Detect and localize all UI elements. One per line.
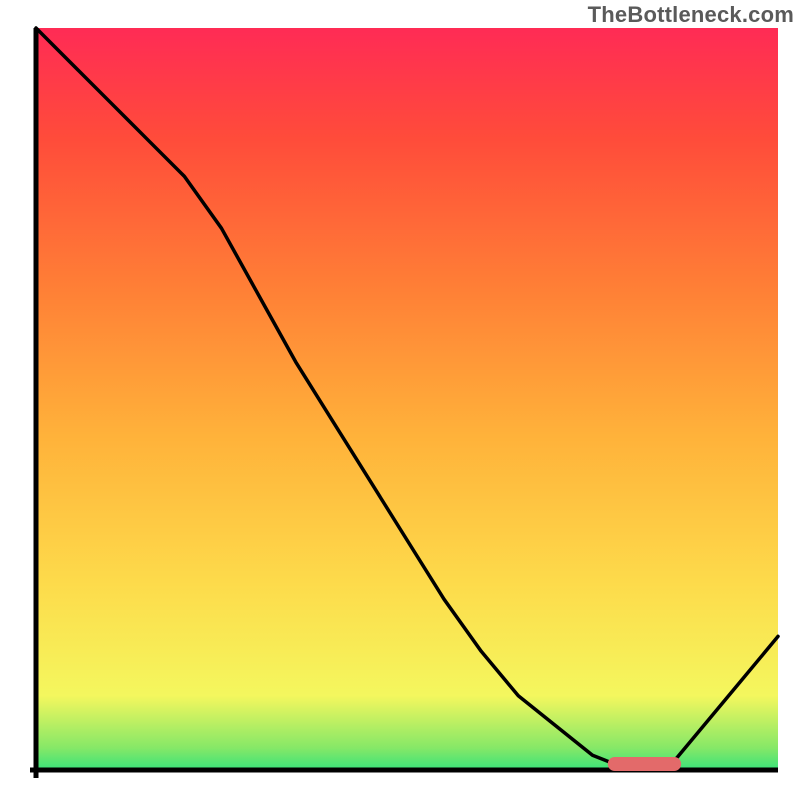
watermark-text: TheBottleneck.com [588, 2, 794, 28]
bottleneck-chart [0, 0, 800, 800]
chart-container: TheBottleneck.com [0, 0, 800, 800]
